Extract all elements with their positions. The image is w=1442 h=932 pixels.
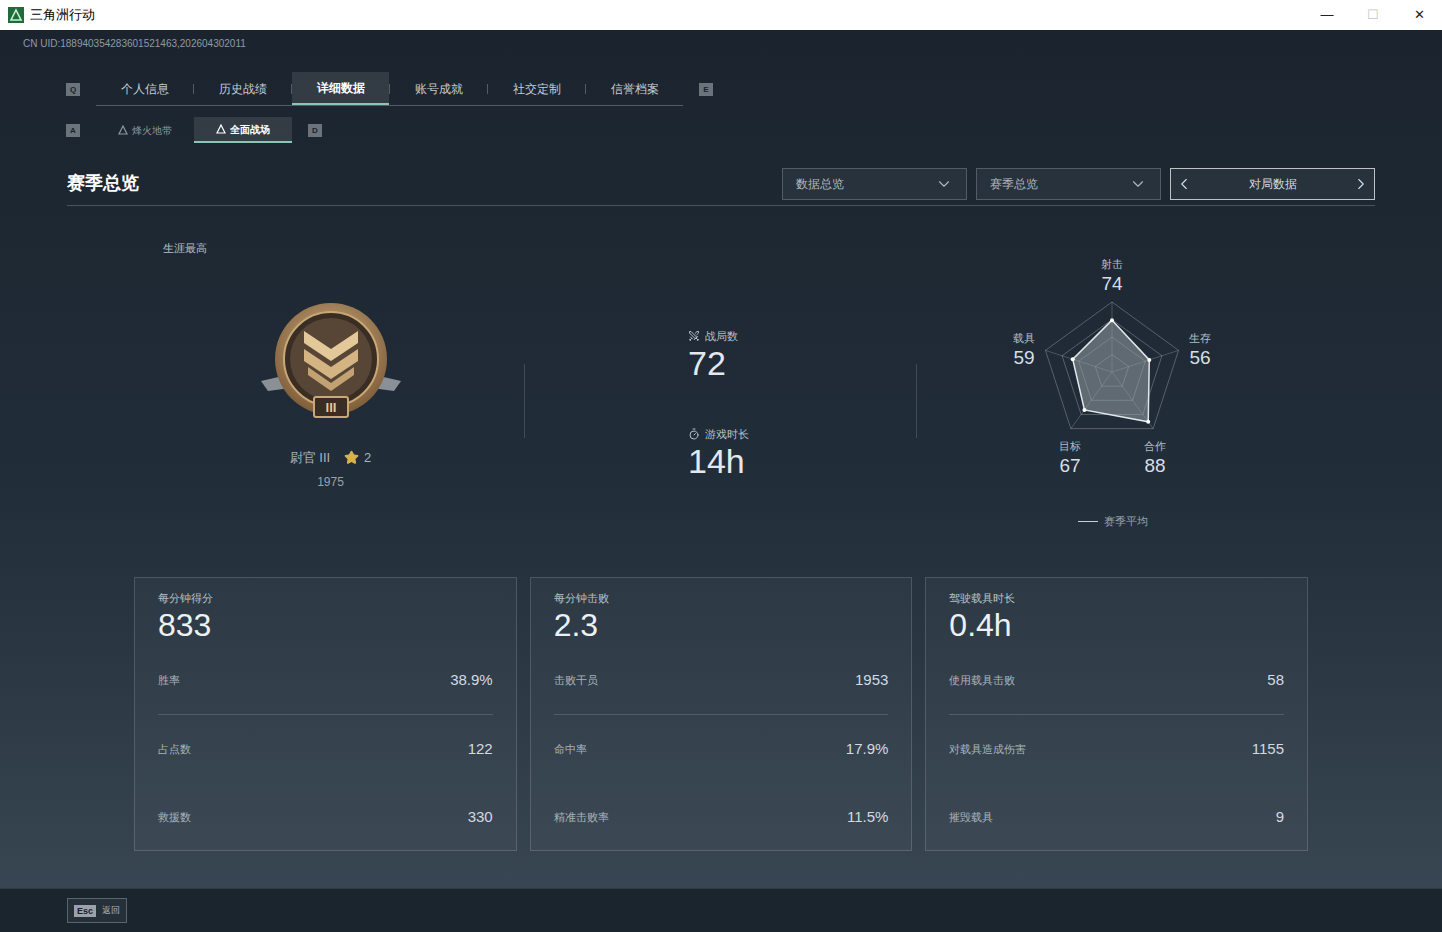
radar-series — [1073, 320, 1150, 422]
pager: 对局数据 — [1170, 168, 1375, 200]
radar-axis-label: 合作 88 — [1144, 440, 1166, 476]
section-header: 赛季总览数据总览赛季总览对局数据 — [67, 162, 1375, 206]
key-hint: Q — [66, 83, 80, 96]
svg-text:56: 56 — [1189, 347, 1210, 368]
stat-row: 占点数122 — [158, 715, 493, 783]
summary-stat: 战局数72 — [688, 328, 916, 382]
mode-icon — [118, 125, 128, 135]
radar-axis-label: 射击 74 — [1101, 258, 1123, 294]
stat-row: 对载具造成伤害1155 — [949, 715, 1284, 783]
dropdown[interactable]: 数据总览 — [782, 168, 967, 200]
uid-label: CN UID:188940354283601521463,20260430201… — [0, 30, 1442, 51]
rank-caption: 生涯最高 — [163, 240, 207, 257]
tab[interactable]: 历史战绩 — [194, 72, 291, 105]
back-button[interactable]: Esc返回 — [67, 898, 127, 924]
tab[interactable]: 账号成就 — [390, 72, 487, 105]
stat-row: 摧毁载具9 — [949, 783, 1284, 851]
stat-row: 救援数330 — [158, 783, 493, 851]
radar-chart: 射击 74 生存 56 合作 88 目标 67 载具 59 — [962, 254, 1262, 480]
radar-axis-label: 生存 56 — [1189, 332, 1211, 368]
chevron-down-icon — [935, 175, 953, 193]
tab[interactable]: 信誉档案 — [586, 72, 683, 105]
timer-icon — [688, 428, 700, 440]
svg-text:88: 88 — [1144, 455, 1165, 476]
svg-text:生存: 生存 — [1189, 332, 1211, 344]
svg-text:射击: 射击 — [1101, 258, 1123, 270]
key-hint: A — [66, 124, 80, 137]
stat-row: 命中率17.9% — [554, 715, 889, 783]
svg-text:59: 59 — [1013, 347, 1034, 368]
stat-card: 驾驶载具时长0.4h使用载具击败58对载具造成伤害1155摧毁载具9 — [925, 577, 1308, 851]
title-bar: 三角洲行动 —☐✕ — [0, 0, 1442, 30]
stat-row: 使用载具击败58 — [949, 647, 1284, 715]
rank-stars: 2 — [364, 448, 371, 468]
app-window: 三角洲行动 —☐✕CN UID:188940354283601521463,202… — [0, 0, 1442, 932]
star-icon — [344, 450, 359, 465]
stat-row: 击败干员1953 — [554, 647, 889, 715]
svg-text:载具: 载具 — [1013, 332, 1035, 344]
tab[interactable]: 社交定制 — [488, 72, 585, 105]
radar-axis-label: 载具 59 — [1013, 332, 1035, 368]
rank-badge-icon: III — [256, 301, 406, 426]
chevron-right-icon[interactable] — [1352, 175, 1370, 193]
sub-tab[interactable]: 烽火地带 — [96, 117, 194, 143]
sub-tabs: A 烽火地带全面战场 D — [66, 117, 1442, 143]
svg-text:III: III — [325, 400, 336, 415]
key-hint: E — [699, 83, 713, 96]
stat-card: 每分钟击败2.3击败干员1953命中率17.9%精准击败率11.5% — [530, 577, 913, 851]
chevron-left-icon[interactable] — [1175, 175, 1193, 193]
app-logo-icon — [8, 7, 24, 23]
rank-score: 1975 — [317, 473, 344, 491]
sub-tab[interactable]: 全面战场 — [194, 117, 292, 143]
chevron-down-icon — [1129, 175, 1147, 193]
window-control-button[interactable]: — — [1304, 0, 1350, 30]
bottom-bar: Esc返回 — [0, 888, 1442, 932]
svg-text:74: 74 — [1101, 273, 1123, 294]
rank-panel: 生涯最高 III 尉官 III 2 1975 — [67, 206, 524, 491]
rank-name: 尉官 III — [290, 448, 330, 468]
key-hint: D — [308, 124, 322, 137]
dropdown[interactable]: 赛季总览 — [976, 168, 1161, 200]
svg-text:目标: 目标 — [1059, 440, 1081, 452]
stat-row: 精准击败率11.5% — [554, 783, 889, 851]
mode-icon — [216, 124, 226, 134]
overview-section: 生涯最高 III 尉官 III 2 1975 战局数72 游戏时长14h 射击 74 生存 56 合作… — [67, 206, 1442, 577]
main-area: CN UID:188940354283601521463,20260430201… — [0, 30, 1442, 932]
svg-text:合作: 合作 — [1144, 440, 1166, 452]
stat-row: 胜率38.9% — [158, 647, 493, 715]
summary-panel: 战局数72 游戏时长14h — [525, 206, 916, 480]
swords-icon — [688, 330, 700, 342]
stat-cards: 每分钟得分833胜率38.9%占点数122救援数330每分钟击败2.3击败干员1… — [0, 577, 1442, 851]
tab[interactable]: 个人信息 — [96, 72, 193, 105]
window-control-button: ☐ — [1350, 0, 1396, 30]
radar-panel: 射击 74 生存 56 合作 88 目标 67 载具 59 赛季平均 — [917, 206, 1262, 530]
window-control-button[interactable]: ✕ — [1396, 0, 1442, 30]
window-title: 三角洲行动 — [30, 5, 95, 25]
stat-card: 每分钟得分833胜率38.9%占点数122救援数330 — [134, 577, 517, 851]
summary-stat: 游戏时长14h — [688, 426, 916, 480]
radar-axis-label: 目标 67 — [1059, 440, 1081, 476]
radar-legend: 赛季平均 — [1078, 513, 1262, 530]
svg-text:67: 67 — [1059, 455, 1080, 476]
main-tabs: Q 个人信息历史战绩详细数据账号成就社交定制信誉档案 E — [66, 72, 1442, 106]
tab[interactable]: 详细数据 — [292, 72, 389, 105]
section-title: 赛季总览 — [67, 170, 139, 197]
